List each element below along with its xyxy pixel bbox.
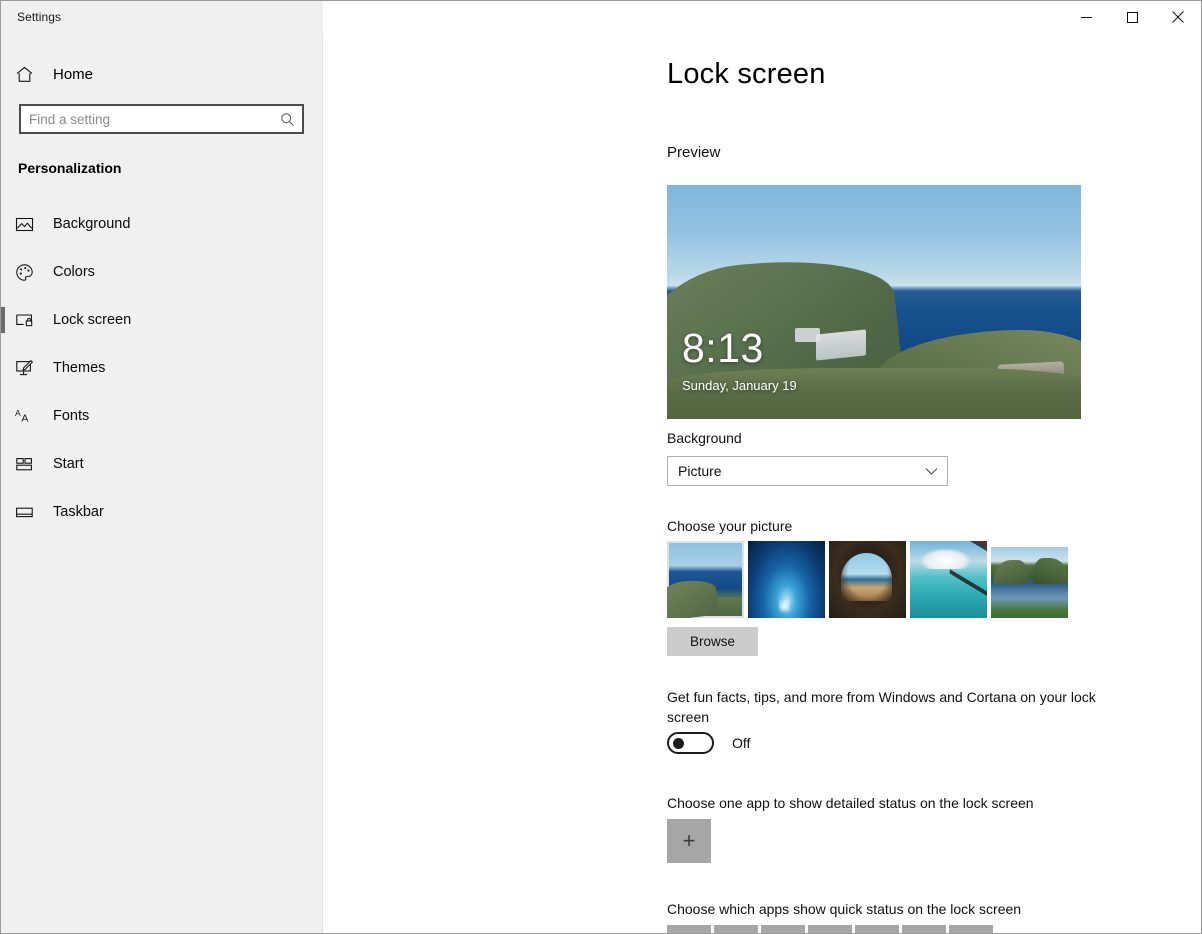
sidebar-item-taskbar[interactable]: Taskbar [1,488,322,536]
image-icon [15,215,43,234]
cortana-tips-toggle-row: Off [667,732,750,754]
detailed-status-add-tile[interactable]: + [667,819,711,863]
sidebar-item-label: Lock screen [53,312,132,328]
search-box[interactable] [19,104,304,134]
svg-text:A: A [15,408,21,418]
home-label: Home [53,65,94,83]
lock-screen-icon [15,311,43,330]
cortana-tips-description: Get fun facts, tips, and more from Windo… [667,689,1096,725]
home-icon [15,65,41,84]
browse-button[interactable]: Browse [667,627,758,656]
sidebar-item-label: Start [53,456,84,472]
sidebar-item-label: Taskbar [53,504,104,520]
main-content: Lock screen ? Get help Preview [323,33,1201,933]
quick-status-add-tile[interactable]: + [902,925,946,933]
sidebar-section-title: Personalization [18,160,122,176]
sidebar-item-label: Background [53,216,131,232]
sidebar-item-label: Colors [53,264,95,280]
background-dropdown[interactable]: Picture [667,456,948,486]
close-button[interactable] [1155,1,1201,33]
page-title: Lock screen [667,58,826,90]
choose-picture-label: Choose your picture [667,518,793,534]
taskbar-icon [15,503,43,522]
background-dropdown-value: Picture [678,463,722,479]
start-icon [15,455,43,474]
sidebar-item-background[interactable]: Background [1,200,322,248]
background-label: Background [667,430,742,446]
picture-thumbnail-list [667,541,1068,618]
brush-icon [15,359,43,378]
maximize-button[interactable] [1109,1,1155,33]
quick-status-tile-list: + + + + + + + [667,925,993,933]
preview-date: Sunday, January 19 [682,378,797,393]
sidebar: Home Personalization [1,33,323,933]
svg-text:A: A [21,412,28,424]
sidebar-item-lock-screen[interactable]: Lock screen [1,296,322,344]
sidebar-item-start[interactable]: Start [1,440,322,488]
cortana-tips-toggle-state: Off [732,735,751,751]
beach-arch-thumbnail[interactable] [829,541,906,618]
blue-ice-cave-thumbnail[interactable] [748,541,825,618]
mountain-lake-thumbnail[interactable] [991,547,1068,618]
palette-icon [15,263,43,282]
sidebar-item-label: Fonts [53,408,90,424]
sidebar-nav-list: Background Colors Lock screen Themes A A… [1,200,322,536]
settings-window: Settings Home Find a setting Personaliza… [0,0,1202,934]
turquoise-lagoon-thumbnail[interactable] [910,541,987,618]
quick-status-add-tile[interactable]: + [949,925,993,933]
chevron-down-icon [923,467,939,476]
quick-status-add-tile[interactable]: + [761,925,805,933]
sidebar-item-home[interactable]: Home [1,54,322,94]
title-bar-left: Settings [1,1,323,33]
window-controls [1063,1,1201,33]
toggle-knob [673,738,684,749]
preview-time: 8:13 [682,325,764,371]
font-icon: A A [15,407,43,426]
search-icon[interactable] [278,112,296,127]
quick-status-add-tile[interactable]: + [855,925,899,933]
sidebar-item-colors[interactable]: Colors [1,248,322,296]
search-input[interactable] [29,111,278,127]
sidebar-item-label: Themes [53,360,106,376]
search-container [19,104,304,134]
window-title: Settings [17,10,62,24]
cortana-tips-toggle[interactable] [667,732,714,754]
detailed-status-label: Choose one app to show detailed status o… [667,795,1034,811]
sidebar-item-themes[interactable]: Themes [1,344,322,392]
preview-clock: 8:13 Sunday, January 19 [682,325,797,394]
title-bar: Settings [1,1,1201,33]
minimize-button[interactable] [1063,1,1109,33]
coastal-sea-thumbnail[interactable] [667,541,744,618]
quick-status-add-tile[interactable]: + [714,925,758,933]
title-bar-drag-region[interactable] [323,1,1063,33]
preview-label: Preview [667,144,721,161]
quick-status-label: Choose which apps show quick status on t… [667,901,1022,917]
plus-icon: + [682,828,696,853]
sidebar-item-fonts[interactable]: A A Fonts [1,392,322,440]
quick-status-add-tile[interactable]: + [808,925,852,933]
lock-screen-preview: 8:13 Sunday, January 19 [667,185,1081,419]
window-body: Home Personalization [1,33,1201,933]
quick-status-add-tile[interactable]: + [667,925,711,933]
